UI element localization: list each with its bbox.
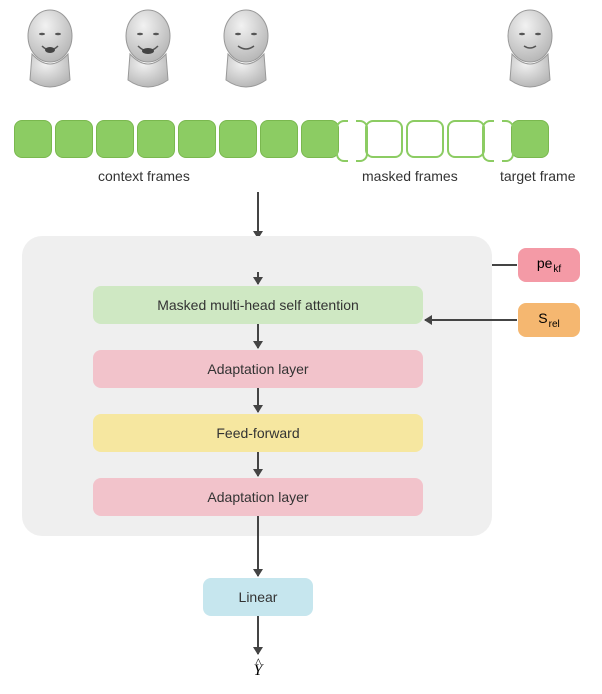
context-frame-token [96,120,134,158]
head-icon [20,8,80,90]
adaptation-layer: Adaptation layer [93,350,423,388]
context-frame-token [14,120,52,158]
masked-frame-token [447,120,485,158]
srel-label: Srel [538,310,559,330]
arrow-down-icon [257,192,259,238]
masked-frame-token [406,120,444,158]
frame-token-row [14,118,590,160]
arrow-down-icon [257,616,259,654]
context-frame-token [55,120,93,158]
pe-kf-block: pekf [518,248,580,282]
arrow-down-icon [257,516,259,576]
linear-layer: Linear [203,578,313,616]
head-icon [500,8,560,90]
context-frames-label: context frames [98,168,190,184]
continuation-gap [342,120,362,158]
feed-forward-layer: Feed-forward [93,414,423,452]
masked-frame-token [365,120,403,158]
context-frame-token [219,120,257,158]
arrow-down-icon [257,324,259,348]
context-frame-token [137,120,175,158]
adaptation-layer: Adaptation layer [93,478,423,516]
context-frame-token [178,120,216,158]
masked-frames-label: masked frames [362,168,458,184]
head-icon [118,8,178,90]
arrow-left-icon [425,319,517,321]
context-frame-token [260,120,298,158]
arrow-down-icon [257,452,259,476]
arrow-down-icon [257,272,259,284]
target-frame-label: target frame [500,168,575,184]
masked-multihead-attention-layer: Masked multi-head self attention [93,286,423,324]
arrow-down-icon [257,388,259,412]
head-icon [216,8,276,90]
pe-label: pekf [537,255,561,275]
continuation-gap [488,120,508,158]
target-frame-token [511,120,549,158]
context-frame-token [301,120,339,158]
output-y-hat: ^Y [254,662,263,680]
s-rel-block: Srel [518,303,580,337]
head-row [0,8,602,96]
